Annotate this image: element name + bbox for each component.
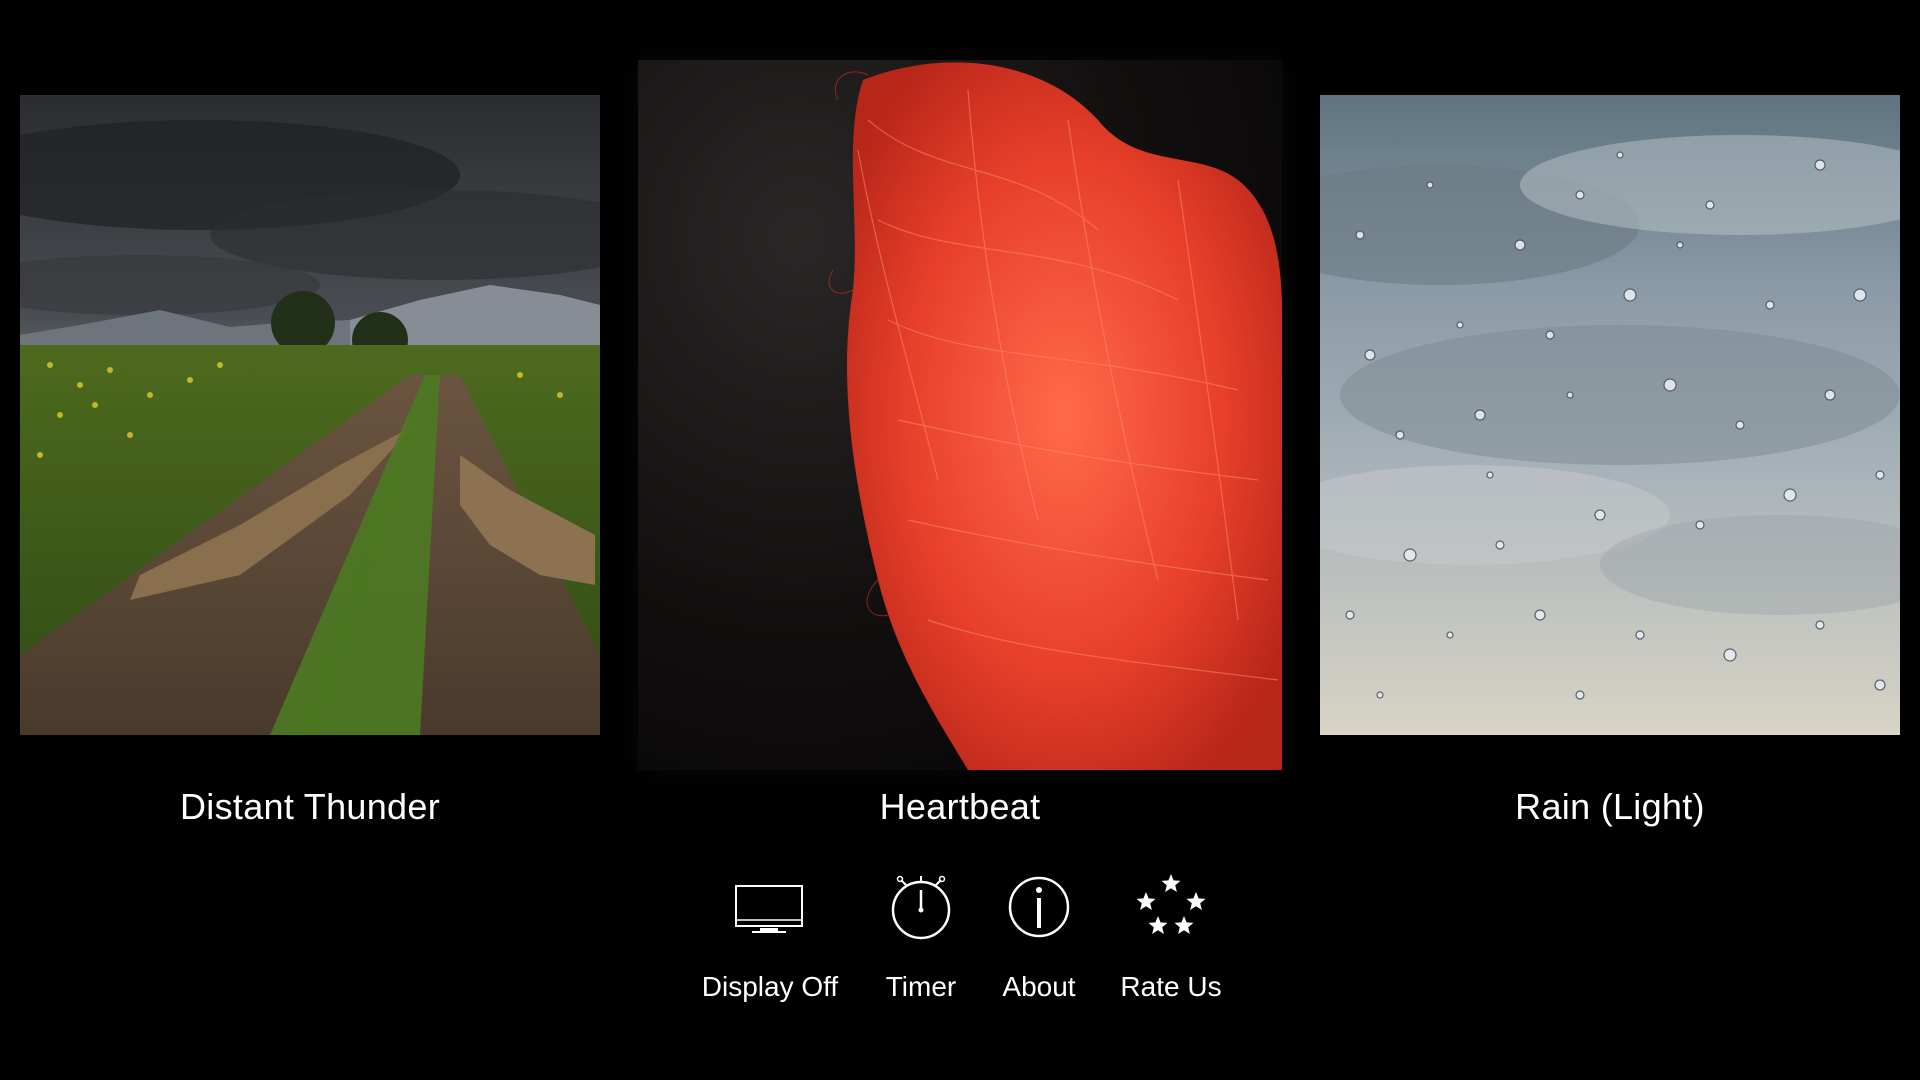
sound-card-heartbeat[interactable] <box>638 60 1282 770</box>
stormy-field-path-photo <box>20 95 600 735</box>
sound-card-rain-light[interactable] <box>1320 95 1900 735</box>
sound-title-distant-thunder: Distant Thunder <box>180 786 440 827</box>
display-off-label: Display Off <box>701 971 839 1002</box>
display-off-button[interactable]: Display Off <box>685 872 855 1012</box>
red-fiber-heart-photo <box>638 60 1282 770</box>
raindrops-on-window-photo <box>1320 95 1900 735</box>
display-off-icon <box>730 872 810 942</box>
sound-card-distant-thunder[interactable] <box>20 95 600 735</box>
rate-us-button[interactable]: Rate Us <box>1086 872 1256 1012</box>
stopwatch-icon <box>881 872 961 942</box>
sound-title-rain-light: Rain (Light) <box>1515 786 1705 827</box>
sound-title-heartbeat: Heartbeat <box>879 786 1041 827</box>
rate-us-label: Rate Us <box>1120 971 1222 1002</box>
stars-icon <box>1131 872 1211 942</box>
info-icon <box>999 872 1079 942</box>
